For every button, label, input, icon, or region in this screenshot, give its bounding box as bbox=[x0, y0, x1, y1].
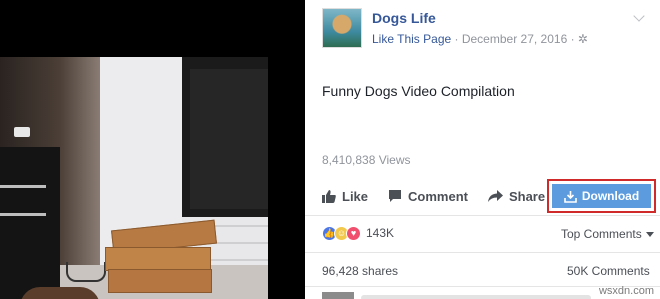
post-text: Funny Dogs Video Compilation bbox=[322, 83, 515, 99]
share-button[interactable]: Share bbox=[487, 188, 546, 204]
caret-down-icon bbox=[645, 231, 654, 237]
post-date[interactable]: December 27, 2016 bbox=[462, 32, 567, 46]
like-page-link[interactable]: Like This Page bbox=[372, 32, 451, 46]
meta-separator: · bbox=[451, 32, 462, 46]
reaction-summary[interactable]: 👍 ☺ ♥ 143K bbox=[322, 225, 394, 241]
video-cabinet-line bbox=[0, 213, 46, 216]
video-cabinet bbox=[0, 147, 60, 299]
chevron-down-icon[interactable] bbox=[633, 10, 645, 22]
video-knob bbox=[14, 127, 30, 137]
page-avatar[interactable] bbox=[322, 8, 362, 48]
download-label: Download bbox=[581, 189, 640, 203]
video-player[interactable] bbox=[0, 0, 305, 299]
page-name-link[interactable]: Dogs Life bbox=[372, 10, 436, 26]
video-firewood bbox=[105, 247, 211, 271]
post-meta: Like This Page · December 27, 2016 · ✲ bbox=[372, 32, 588, 46]
comment-avatar[interactable] bbox=[322, 292, 354, 299]
view-count: 8,410,838 Views bbox=[322, 153, 411, 167]
comment-preview bbox=[361, 295, 591, 299]
comment-icon bbox=[389, 190, 402, 202]
video-cable bbox=[66, 262, 106, 282]
post-panel: Dogs Life Like This Page · December 27, … bbox=[305, 0, 660, 299]
download-icon bbox=[564, 190, 577, 203]
video-dog bbox=[20, 287, 100, 299]
thumbs-up-icon bbox=[322, 190, 336, 203]
meta-separator: · bbox=[567, 32, 578, 46]
download-button[interactable]: Download bbox=[552, 184, 651, 208]
divider bbox=[305, 215, 660, 216]
action-bar: Like Comment Share bbox=[322, 187, 565, 205]
video-cabinet-line bbox=[0, 185, 46, 188]
like-button[interactable]: Like bbox=[322, 189, 368, 204]
gear-icon[interactable]: ✲ bbox=[578, 32, 588, 46]
shares-count[interactable]: 96,428 shares bbox=[322, 264, 398, 278]
comment-label: Comment bbox=[408, 188, 468, 204]
download-highlight: Download bbox=[547, 179, 656, 213]
share-icon bbox=[487, 190, 503, 202]
watermark: wsxdn.com bbox=[598, 285, 654, 297]
video-frame[interactable] bbox=[0, 57, 268, 299]
top-comments-label: Top Comments bbox=[561, 227, 642, 241]
like-label: Like bbox=[342, 188, 369, 204]
reaction-count[interactable]: 143K bbox=[366, 226, 394, 240]
video-fireplace-inner bbox=[190, 69, 268, 209]
love-reaction-icon: ♥ bbox=[346, 225, 361, 241]
top-comments-dropdown[interactable]: Top Comments bbox=[561, 227, 654, 241]
video-firewood bbox=[108, 269, 212, 293]
comment-button[interactable]: Comment bbox=[388, 189, 468, 204]
comments-count[interactable]: 50K Comments bbox=[567, 264, 650, 278]
share-label: Share bbox=[508, 188, 546, 204]
divider bbox=[305, 252, 660, 253]
